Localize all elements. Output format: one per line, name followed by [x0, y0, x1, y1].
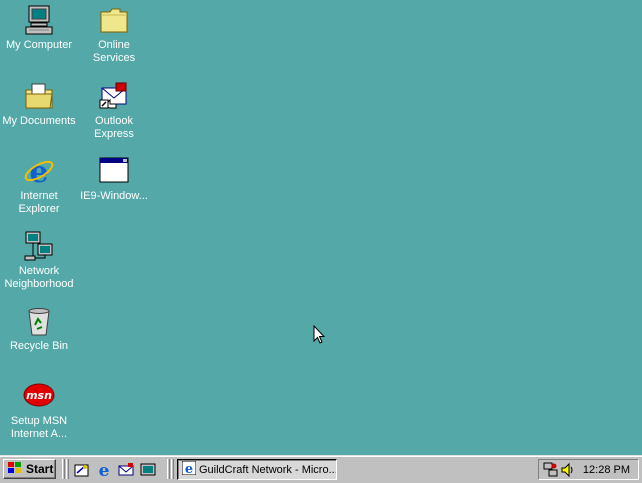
folder-icon — [98, 4, 130, 36]
taskbar-grip[interactable] — [167, 459, 170, 479]
computer-icon — [23, 4, 55, 36]
internet-explorer-icon: e — [23, 155, 55, 190]
volume-icon[interactable] — [561, 462, 575, 481]
desktop: My Computer Online Services My Documents — [0, 0, 642, 455]
taskbar-grip[interactable] — [66, 459, 69, 479]
desktop-icon-label: Recycle Bin — [9, 340, 69, 352]
desktop-icon-label: My Documents — [2, 115, 76, 127]
desktop-icon-label: Internet Explorer — [18, 190, 60, 215]
desktop-icon-setup-msn[interactable]: msn Setup MSN Internet A... — [1, 380, 77, 441]
network-status-icon[interactable] — [543, 462, 559, 481]
outlook-express-icon — [98, 80, 130, 112]
taskbar-clock[interactable]: 12:28 PM — [583, 464, 630, 476]
network-icon — [23, 230, 55, 262]
show-desktop-icon[interactable] — [73, 461, 91, 479]
desktop-icon-outlook-express[interactable]: Outlook Express — [76, 80, 152, 141]
desktop-icon-my-computer[interactable]: My Computer — [1, 4, 77, 52]
taskbar-window-label: GuildCraft Network - Micro... — [199, 463, 337, 476]
desktop-icon-label: My Computer — [5, 39, 73, 51]
outlook-express-icon[interactable] — [117, 461, 135, 479]
svg-text:e: e — [185, 462, 193, 475]
start-button[interactable]: Start — [3, 459, 56, 479]
desktop-icon-label: Outlook Express — [94, 115, 134, 140]
desktop-icon-network-neighborhood[interactable]: Network Neighborhood — [1, 230, 77, 291]
desktop-icon-internet-explorer[interactable]: e Internet Explorer — [1, 155, 77, 216]
taskbar-window-button[interactable]: e GuildCraft Network - Micro... — [177, 459, 337, 480]
window-shortcut-icon — [98, 155, 130, 187]
desktop-icon-online-services[interactable]: Online Services — [76, 4, 152, 65]
mouse-pointer-icon — [313, 324, 326, 348]
internet-explorer-icon: e — [181, 460, 197, 478]
msn-icon: msn — [23, 380, 55, 412]
desktop-icon-label: Network Neighborhood — [4, 265, 74, 290]
start-label: Start — [26, 462, 54, 476]
desktop-icon-label: Setup MSN Internet A... — [10, 415, 68, 440]
taskbar-grip[interactable] — [171, 459, 174, 479]
desktop-icon-ie9-window[interactable]: IE9-Window... — [76, 155, 152, 203]
desktop-icon-label: Online Services — [92, 39, 136, 64]
svg-text:e: e — [99, 461, 110, 479]
taskbar: Start e e GuildCraft Network - Micro... … — [0, 455, 642, 483]
documents-folder-icon — [23, 80, 55, 112]
recycle-bin-icon — [23, 305, 55, 337]
taskbar-grip[interactable] — [62, 459, 65, 479]
view-channels-icon[interactable] — [139, 461, 157, 479]
svg-text:msn: msn — [26, 389, 52, 402]
desktop-icon-label: IE9-Window... — [80, 190, 148, 202]
system-tray: 12:28 PM — [538, 459, 639, 480]
svg-text:e: e — [29, 155, 48, 187]
desktop-icon-my-documents[interactable]: My Documents — [1, 80, 77, 128]
windows-logo-icon — [7, 461, 23, 478]
internet-explorer-icon[interactable]: e — [95, 461, 113, 481]
desktop-icon-recycle-bin[interactable]: Recycle Bin — [1, 305, 77, 353]
